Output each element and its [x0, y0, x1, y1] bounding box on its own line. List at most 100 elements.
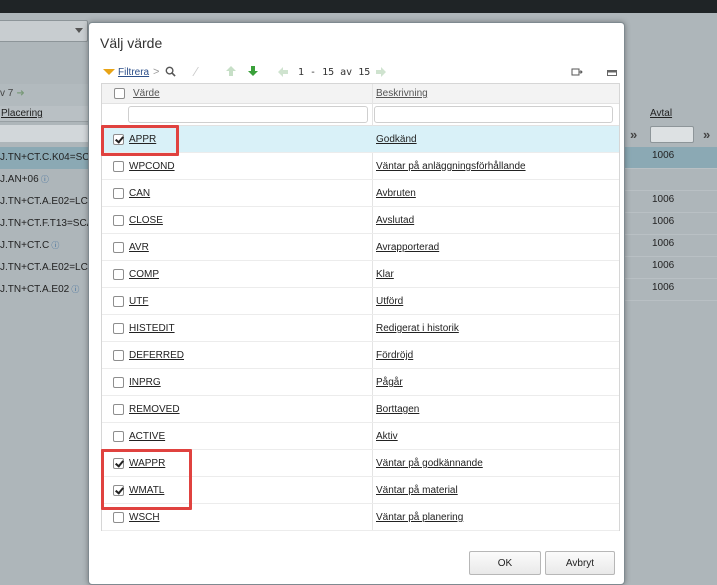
- search-icon[interactable]: [165, 66, 176, 80]
- down-arrow-icon[interactable]: [247, 65, 259, 80]
- value-row-removed[interactable]: REMOVED Borttagen: [102, 396, 619, 423]
- value-code-link[interactable]: CAN: [129, 188, 150, 199]
- row-checkbox[interactable]: [113, 161, 124, 172]
- background-dropdown[interactable]: [0, 20, 88, 42]
- value-description-link[interactable]: Väntar på planering: [376, 512, 463, 523]
- background-avtal-row[interactable]: [625, 169, 717, 191]
- value-code-link[interactable]: WPCOND: [129, 161, 175, 172]
- background-avtal-row[interactable]: 1006: [625, 235, 717, 257]
- info-icon[interactable]: ⓘ: [39, 175, 49, 184]
- row-checkbox[interactable]: [113, 404, 124, 415]
- background-pager-label: v 7: [0, 88, 14, 99]
- value-code-link[interactable]: DEFERRED: [129, 350, 184, 361]
- background-avtal-row[interactable]: 1006: [625, 279, 717, 301]
- value-description-link[interactable]: Väntar på godkännande: [376, 458, 483, 469]
- value-row-inprg[interactable]: INPRG Pågår: [102, 369, 619, 396]
- background-avtal-row[interactable]: 1006: [625, 191, 717, 213]
- value-row-wpcond[interactable]: WPCOND Väntar på anläggningsförhållande: [102, 153, 619, 180]
- value-code-link[interactable]: INPRG: [129, 377, 161, 388]
- value-row-close[interactable]: CLOSE Avslutad: [102, 207, 619, 234]
- ok-button[interactable]: OK: [469, 551, 541, 575]
- up-arrow-icon[interactable]: [225, 65, 237, 80]
- value-code-link[interactable]: AVR: [129, 242, 149, 253]
- minimize-icon[interactable]: [607, 68, 617, 79]
- download-icon[interactable]: [571, 66, 583, 81]
- dialog-toolbar: Filtrera > ⁄ 1 - 15 av 15: [103, 65, 618, 83]
- background-row[interactable]: J.TN+CT.C.K04=SCA: [0, 147, 88, 169]
- value-description-link[interactable]: Klar: [376, 269, 394, 280]
- value-row-utf[interactable]: UTF Utförd: [102, 288, 619, 315]
- value-code-link[interactable]: COMP: [129, 269, 159, 280]
- row-checkbox[interactable]: [113, 188, 124, 199]
- value-description-link[interactable]: Godkänd: [376, 134, 417, 145]
- column-header-avtal[interactable]: Avtal: [650, 108, 672, 119]
- column-header-placering[interactable]: Placering: [1, 108, 43, 119]
- value-description-link[interactable]: Borttagen: [376, 404, 419, 415]
- row-checkbox[interactable]: [113, 431, 124, 442]
- background-avtal-row[interactable]: 1006: [625, 147, 717, 169]
- value-description-link[interactable]: Avbruten: [376, 188, 416, 199]
- value-description-link[interactable]: Pågår: [376, 377, 403, 388]
- row-checkbox[interactable]: [113, 512, 124, 523]
- info-icon[interactable]: ⓘ: [69, 285, 79, 294]
- row-checkbox[interactable]: [113, 350, 124, 361]
- value-description-link[interactable]: Väntar på anläggningsförhållande: [376, 161, 526, 172]
- value-code-link[interactable]: ACTIVE: [129, 431, 165, 442]
- double-chevron-right-icon[interactable]: »: [703, 127, 710, 142]
- avtal-cell: 1006: [652, 238, 675, 249]
- value-code-link[interactable]: UTF: [129, 296, 148, 307]
- row-checkbox[interactable]: [113, 296, 124, 307]
- value-code-link[interactable]: CLOSE: [129, 215, 163, 226]
- value-code-link[interactable]: HISTEDIT: [129, 323, 175, 334]
- value-row-comp[interactable]: COMP Klar: [102, 261, 619, 288]
- filter-icon[interactable]: [103, 69, 115, 75]
- value-row-histedit[interactable]: HISTEDIT Redigerat i historik: [102, 315, 619, 342]
- row-checkbox[interactable]: [113, 242, 124, 253]
- value-description-link[interactable]: Väntar på material: [376, 485, 458, 496]
- background-row[interactable]: J.AN+06 ⓘ: [0, 169, 88, 191]
- value-description-link[interactable]: Utförd: [376, 296, 403, 307]
- value-filter-input[interactable]: [128, 106, 368, 123]
- value-description-link[interactable]: Avrapporterad: [376, 242, 439, 253]
- grid-filter-row: [102, 104, 619, 126]
- value-code-link[interactable]: WSCH: [129, 512, 160, 523]
- select-all-checkbox[interactable]: [114, 88, 125, 99]
- value-code-link[interactable]: REMOVED: [129, 404, 180, 415]
- clear-filter-icon[interactable]: ⁄: [195, 65, 197, 79]
- background-row[interactable]: J.TN+CT.A.E02=LCD ⓘ: [0, 257, 88, 279]
- background-row[interactable]: J.TN+CT.A.E02 ⓘ: [0, 279, 88, 301]
- placering-cell: J.TN+CT.C.K04=SCA: [0, 152, 88, 163]
- value-row-avr[interactable]: AVR Avrapporterad: [102, 234, 619, 261]
- value-row-can[interactable]: CAN Avbruten: [102, 180, 619, 207]
- info-icon[interactable]: ⓘ: [49, 241, 59, 250]
- background-row[interactable]: J.TN+CT.C ⓘ: [0, 235, 88, 257]
- value-description-link[interactable]: Fördröjd: [376, 350, 413, 361]
- value-description-link[interactable]: Aktiv: [376, 431, 398, 442]
- next-arrow-icon[interactable]: ➜: [16, 88, 24, 99]
- value-row-deferred[interactable]: DEFERRED Fördröjd: [102, 342, 619, 369]
- chevron-right-icon: >: [153, 66, 160, 78]
- filter-link[interactable]: Filtrera: [118, 67, 149, 78]
- column-header-description[interactable]: Beskrivning: [376, 88, 428, 99]
- background-row[interactable]: J.TN+CT.F.T13=SCA.C: [0, 213, 88, 235]
- column-header-value[interactable]: Värde: [133, 88, 160, 99]
- row-checkbox[interactable]: [113, 323, 124, 334]
- background-avtal-row[interactable]: 1006: [625, 257, 717, 279]
- previous-icon[interactable]: [277, 66, 289, 81]
- background-row[interactable]: J.TN+CT.A.E02=LCD.: [0, 191, 88, 213]
- value-description-link[interactable]: Avslutad: [376, 215, 414, 226]
- background-filter-cell: [0, 125, 88, 142]
- value-row-active[interactable]: ACTIVE Aktiv: [102, 423, 619, 450]
- row-checkbox[interactable]: [113, 269, 124, 280]
- value-description-link[interactable]: Redigerat i historik: [376, 323, 459, 334]
- row-checkbox[interactable]: [113, 215, 124, 226]
- value-row-appr[interactable]: APPR Godkänd: [102, 126, 619, 153]
- chevron-down-icon: [75, 28, 83, 33]
- avtal-filter-input[interactable]: [650, 126, 694, 143]
- cancel-button[interactable]: Avbryt: [545, 551, 615, 575]
- double-chevron-right-icon[interactable]: »: [630, 127, 637, 142]
- background-avtal-row[interactable]: 1006: [625, 213, 717, 235]
- row-checkbox[interactable]: [113, 377, 124, 388]
- next-icon[interactable]: [375, 66, 387, 81]
- description-filter-input[interactable]: [374, 106, 613, 123]
